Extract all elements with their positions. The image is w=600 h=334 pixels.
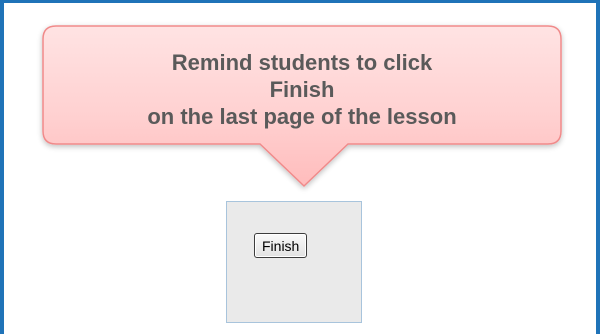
window-frame: Remind students to click Finish on the l… (0, 0, 600, 334)
lesson-page-panel: Finish (226, 201, 362, 323)
reminder-callout: Remind students to click Finish on the l… (42, 25, 562, 188)
finish-button[interactable]: Finish (254, 233, 308, 258)
callout-message: Remind students to click Finish on the l… (42, 49, 562, 130)
callout-line-2: Finish (269, 77, 335, 102)
callout-line-3: on the last page of the lesson (147, 104, 457, 129)
callout-line-1: Remind students to click (171, 50, 433, 75)
